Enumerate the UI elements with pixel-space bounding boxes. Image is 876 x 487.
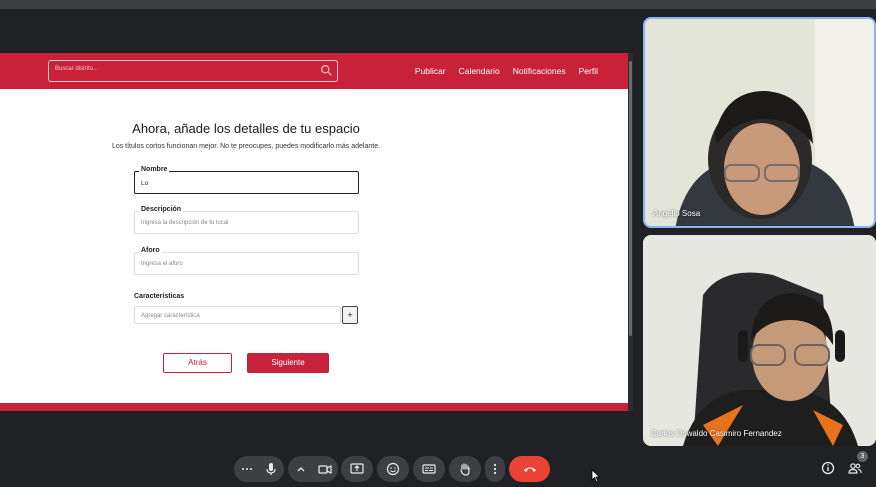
nav-link-publicar[interactable]: Publicar xyxy=(415,66,446,76)
nombre-field[interactable]: Nombre Lo xyxy=(134,166,359,194)
nombre-value: Lo xyxy=(141,180,149,187)
info-button[interactable] xyxy=(820,460,836,476)
chevron-up-icon[interactable] xyxy=(294,462,308,476)
captions-icon xyxy=(422,464,436,474)
search-placeholder: Buscar distrito... xyxy=(55,66,99,72)
more-dots-icon[interactable] xyxy=(240,462,254,476)
present-screen-icon xyxy=(350,463,364,474)
people-icon xyxy=(848,463,862,474)
add-caracteristica-button[interactable]: + xyxy=(342,306,358,324)
microphone-icon[interactable] xyxy=(264,462,278,476)
present-button[interactable] xyxy=(341,456,373,482)
participant-tile-2[interactable]: Carlos Oswaldo Casimiro Fernandez xyxy=(643,235,876,446)
hangup-button[interactable] xyxy=(509,456,550,482)
descripcion-label: Descripción xyxy=(139,206,184,213)
camera-icon[interactable] xyxy=(318,462,332,476)
nav-links: Publicar Calendario Notificaciones Perfi… xyxy=(415,66,598,76)
top-strip xyxy=(0,0,876,9)
shared-scrollbar[interactable] xyxy=(628,53,633,411)
raise-hand-icon xyxy=(460,463,470,476)
caracteristicas-input[interactable]: Agregar característica xyxy=(134,306,341,324)
search-input[interactable]: Buscar distrito... xyxy=(48,60,338,82)
aforo-placeholder: Ingresa el aforo xyxy=(141,261,183,267)
nav-link-perfil[interactable]: Perfil xyxy=(579,66,598,76)
emoji-icon xyxy=(386,462,400,476)
back-button[interactable]: Atrás xyxy=(163,353,232,373)
descripcion-placeholder: Ingresa la descripción de tu local xyxy=(141,220,229,226)
form-title: Ahora, añade los detalles de tu espacio xyxy=(132,121,360,136)
next-button[interactable]: Siguiente xyxy=(247,353,329,373)
emoji-button[interactable] xyxy=(377,456,409,482)
people-count-badge: 3 xyxy=(857,451,868,462)
camera-group xyxy=(288,456,338,482)
people-button[interactable] xyxy=(847,460,863,476)
footer-bar xyxy=(0,403,628,411)
descripcion-field[interactable]: Descripción Ingresa la descripción de tu… xyxy=(134,206,359,234)
hangup-icon xyxy=(523,467,536,472)
participant-video-2 xyxy=(643,235,876,446)
more-vert-icon xyxy=(493,463,497,475)
caracteristicas-label: Características xyxy=(134,293,185,300)
nombre-label: Nombre xyxy=(139,166,170,173)
mouse-cursor-icon xyxy=(591,469,601,483)
nav-link-notificaciones[interactable]: Notificaciones xyxy=(513,66,566,76)
raise-hand-button[interactable] xyxy=(449,456,481,482)
mic-group xyxy=(234,456,284,482)
form-subtitle: Los títulos cortos funcionan mejor. No t… xyxy=(111,143,381,150)
aforo-field[interactable]: Aforo Ingresa el aforo xyxy=(134,247,359,275)
info-icon xyxy=(821,461,835,475)
search-icon[interactable] xyxy=(320,64,333,77)
captions-button[interactable] xyxy=(413,456,445,482)
participant-name-1: Angello Sosa xyxy=(653,209,701,218)
aforo-label: Aforo xyxy=(139,247,162,254)
caracteristicas-placeholder: Agregar característica xyxy=(141,313,200,319)
participant-video-1 xyxy=(645,19,874,226)
shared-screen: Buscar distrito... Publicar Calendario N… xyxy=(0,53,633,411)
meeting-toolbar xyxy=(0,452,876,487)
more-options-button[interactable] xyxy=(485,456,505,482)
scrollbar-thumb[interactable] xyxy=(629,61,632,336)
participant-tile-1[interactable]: Angello Sosa xyxy=(643,17,876,228)
app-navbar: Buscar distrito... Publicar Calendario N… xyxy=(0,53,628,89)
nav-link-calendario[interactable]: Calendario xyxy=(459,66,500,76)
participant-name-2: Carlos Oswaldo Casimiro Fernandez xyxy=(651,429,782,438)
